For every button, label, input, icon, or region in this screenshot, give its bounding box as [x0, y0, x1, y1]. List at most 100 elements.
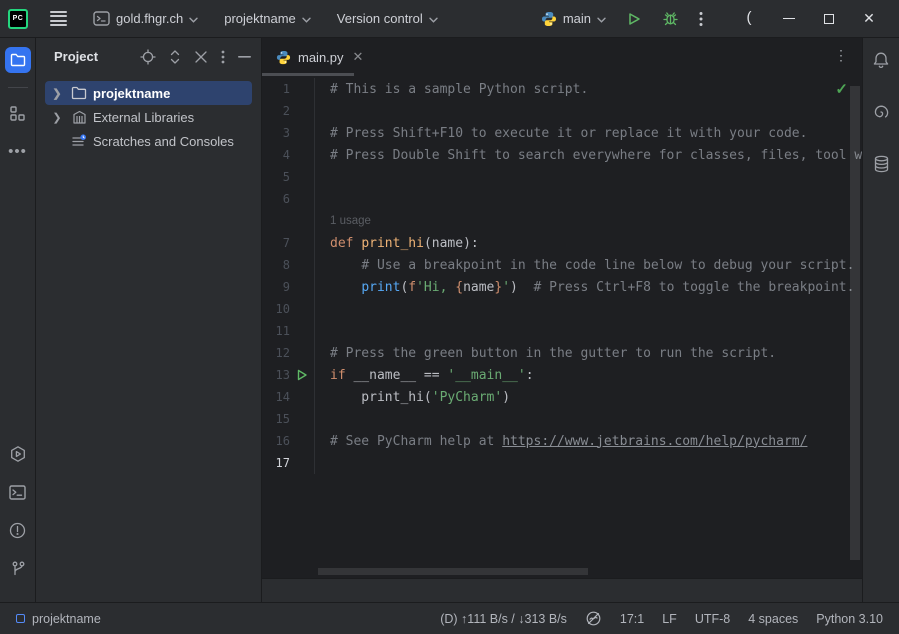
line-number[interactable]: 16 — [262, 434, 290, 448]
code-line[interactable]: 15 — [262, 408, 862, 430]
line-number[interactable]: 5 — [262, 170, 290, 184]
debug-button[interactable] — [654, 5, 687, 32]
line-number[interactable]: 12 — [262, 346, 290, 360]
problems-tool-button[interactable] — [5, 517, 31, 543]
chevron-right-icon[interactable]: ❯ — [49, 87, 65, 100]
right-tool-stripe — [862, 38, 899, 602]
project-panel-header: Project — [36, 38, 261, 75]
code-line[interactable]: 1# This is a sample Python script. — [262, 78, 862, 100]
caret-position-widget[interactable]: 17:1 — [620, 612, 644, 626]
code-line[interactable]: 16# See PyCharm help at https://www.jetb… — [262, 430, 862, 452]
python-file-icon — [276, 50, 291, 65]
code-text: print_hi('PyCharm') — [314, 386, 862, 408]
inspections-ok-icon[interactable]: ✓ — [835, 80, 848, 98]
window-shade-button[interactable]: ( — [729, 4, 769, 34]
code-line[interactable]: 3# Press Shift+F10 to execute it or repl… — [262, 122, 862, 144]
gutter-run-icon[interactable] — [290, 369, 314, 381]
code-line[interactable]: 5 — [262, 166, 862, 188]
code-line[interactable]: 2 — [262, 100, 862, 122]
code-line[interactable]: 14 print_hi('PyCharm') — [262, 386, 862, 408]
ai-assistant-tool-button[interactable] — [868, 99, 894, 125]
menu-projektname[interactable]: projektname — [216, 6, 319, 31]
notifications-tool-button[interactable] — [868, 47, 894, 73]
panel-options-icon[interactable] — [221, 50, 225, 64]
network-speed-indicator[interactable]: (D) ↑111 B/s / ↓313 B/s — [440, 612, 567, 626]
tree-item-scratches[interactable]: Scratches and Consoles — [45, 129, 252, 153]
more-tools-button[interactable]: ••• — [5, 138, 31, 164]
chevron-right-icon[interactable]: ❯ — [49, 111, 65, 124]
line-number[interactable]: 7 — [262, 236, 290, 250]
line-number[interactable]: 2 — [262, 104, 290, 118]
tab-main-py[interactable]: main.py ✕ — [262, 38, 375, 76]
code-line[interactable]: 11 — [262, 320, 862, 342]
editor-area: main.py ✕ ⋮ 1# This is a sample Python s… — [262, 38, 862, 602]
line-number[interactable]: 10 — [262, 302, 290, 316]
line-number[interactable]: 9 — [262, 280, 290, 294]
window-minimize-button[interactable] — [769, 4, 809, 34]
project-tool-button[interactable] — [5, 47, 31, 73]
code-line[interactable]: 6 — [262, 188, 862, 210]
run-configuration-selector[interactable]: main — [533, 6, 614, 32]
stripe-divider — [8, 87, 28, 88]
window-maximize-button[interactable] — [809, 4, 849, 34]
code-line[interactable]: 17 — [262, 452, 862, 474]
code-line[interactable]: 4 # Press Double Shift to search everywhe… — [262, 144, 862, 166]
line-number[interactable]: 8 — [262, 258, 290, 272]
code-lines: 1# This is a sample Python script.23# Pr… — [262, 78, 862, 578]
menu-version-control-label: Version control — [337, 11, 423, 26]
git-branch-icon — [10, 560, 26, 577]
project-widget-button[interactable]: gold.fhgr.ch — [85, 6, 206, 31]
code-text: 1 usage — [314, 210, 862, 232]
terminal-tool-button[interactable] — [5, 479, 31, 505]
collapse-all-icon[interactable] — [194, 50, 208, 64]
database-icon — [873, 155, 890, 173]
code-line[interactable]: 9 print(f'Hi, {name}') # Press Ctrl+F8 t… — [262, 276, 862, 298]
expand-collapse-icon[interactable] — [169, 49, 181, 65]
database-tool-button[interactable] — [868, 151, 894, 177]
hide-panel-icon[interactable] — [238, 55, 251, 59]
line-number[interactable]: 17 — [262, 456, 290, 470]
code-editor[interactable]: 1# This is a sample Python script.23# Pr… — [262, 76, 862, 578]
more-actions-button[interactable] — [691, 6, 711, 32]
code-line[interactable]: 8 # Use a breakpoint in the code line be… — [262, 254, 862, 276]
usages-inlay-hint[interactable]: 1 usage — [330, 215, 371, 227]
indent-widget[interactable]: 4 spaces — [748, 612, 798, 626]
code-line[interactable]: 10 — [262, 298, 862, 320]
code-line[interactable]: 7def print_hi(name): — [262, 232, 862, 254]
main-menu-button[interactable] — [42, 5, 75, 32]
locate-file-icon[interactable] — [140, 49, 156, 65]
window-close-button[interactable]: ✕ — [849, 4, 889, 34]
status-project-widget[interactable]: projektname — [16, 612, 101, 626]
menu-version-control[interactable]: Version control — [329, 6, 446, 31]
services-icon — [9, 445, 27, 463]
structure-tool-button[interactable] — [5, 100, 31, 126]
line-number[interactable]: 13 — [262, 368, 290, 382]
line-number[interactable]: 1 — [262, 82, 290, 96]
horizontal-scrollbar[interactable] — [318, 568, 588, 575]
code-line[interactable]: 13if __name__ == '__main__': — [262, 364, 862, 386]
line-number[interactable]: 11 — [262, 324, 290, 338]
problems-icon — [9, 522, 26, 539]
run-configuration-label: main — [563, 11, 591, 26]
inlay-hint-line[interactable]: 1 usage — [262, 210, 862, 232]
editor-options-icon[interactable]: ⋮ — [834, 47, 848, 64]
git-tool-button[interactable] — [5, 555, 31, 581]
tree-item-external-libraries[interactable]: ❯ External Libraries — [45, 105, 252, 129]
line-number[interactable]: 4 — [262, 148, 290, 162]
services-tool-button[interactable] — [5, 441, 31, 467]
tab-close-icon[interactable]: ✕ — [353, 49, 364, 65]
interpreter-widget[interactable]: Python 3.10 — [816, 612, 883, 626]
vertical-scrollbar[interactable] — [850, 86, 860, 560]
line-number[interactable]: 14 — [262, 390, 290, 404]
run-button[interactable] — [618, 6, 650, 32]
code-line[interactable]: 12# Press the green button in the gutter… — [262, 342, 862, 364]
encoding-widget[interactable]: UTF-8 — [695, 612, 730, 626]
line-number[interactable]: 3 — [262, 126, 290, 140]
code-text — [314, 408, 862, 430]
tree-item-projektname[interactable]: ❯ projektname — [45, 81, 252, 105]
inspections-widget[interactable] — [585, 610, 602, 627]
line-number[interactable]: 15 — [262, 412, 290, 426]
line-number[interactable]: 6 — [262, 192, 290, 206]
line-separator-widget[interactable]: LF — [662, 612, 677, 626]
code-text: # Press Double Shift to search everywher… — [314, 144, 862, 166]
